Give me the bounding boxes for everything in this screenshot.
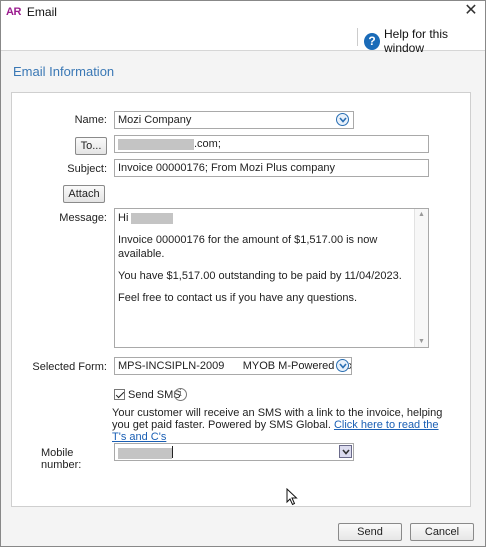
mobile-number-dropdown[interactable] [114, 443, 354, 461]
message-scrollbar[interactable]: ▲ ▼ [414, 209, 428, 347]
dropdown-chevron-icon[interactable] [339, 445, 352, 458]
redacted-email [118, 138, 194, 150]
subject-field[interactable]: Invoice 00000176; From Mozi Plus company [114, 159, 429, 177]
sms-note: Your customer will receive an SMS with a… [112, 407, 452, 443]
send-sms-checkbox[interactable] [114, 389, 125, 400]
title-bar: AR Email ✕ [1, 1, 485, 23]
scroll-up-icon[interactable]: ▲ [418, 211, 425, 218]
selected-form-dropdown[interactable]: MPS-INCSIPLN-2009 MYOB M-Powered Tax Inc… [114, 357, 352, 375]
help-icon: ? [364, 32, 380, 50]
help-label: Help for this window [383, 27, 449, 55]
mouse-pointer-icon [286, 488, 298, 506]
send-sms-label: Send SMS [128, 389, 181, 401]
message-line: Feel free to contact us if you have any … [118, 292, 358, 304]
name-value: Mozi Company [118, 114, 192, 126]
close-icon[interactable]: ✕ [463, 3, 479, 19]
help-bar: ? Help for this window [1, 23, 485, 55]
name-dropdown[interactable]: Mozi Company [114, 111, 354, 129]
message-body: Hi Invoice 00000176 for the amount of $1… [118, 211, 413, 313]
to-button[interactable]: To... [75, 137, 107, 155]
help-button[interactable]: ? Help for this window [364, 27, 485, 55]
redacted-contact-name [131, 212, 174, 224]
redacted-mobile-number [118, 447, 172, 459]
message-label: Message: [59, 212, 107, 224]
message-textarea[interactable]: Hi Invoice 00000176 for the amount of $1… [114, 208, 429, 348]
text-caret [172, 446, 173, 459]
selected-form-label: Selected Form: [32, 361, 107, 373]
cancel-button[interactable]: Cancel [410, 523, 474, 541]
info-icon[interactable]: i [174, 388, 187, 401]
section-title: Email Information [13, 64, 115, 79]
mobile-number-label: Mobile number: [41, 447, 82, 471]
to-field[interactable]: .com; [114, 135, 429, 153]
message-line: Invoice 00000176 for the amount of $1,51… [118, 234, 378, 260]
dropdown-chevron-icon[interactable] [336, 113, 349, 126]
attach-button[interactable]: Attach [63, 185, 105, 203]
to-value-suffix: .com; [194, 138, 221, 150]
subject-value: Invoice 00000176; From Mozi Plus company [118, 162, 336, 174]
message-greeting: Hi [118, 212, 129, 224]
name-label: Name: [74, 114, 107, 126]
message-line: You have $1,517.00 outstanding to be pai… [118, 270, 402, 282]
selected-form-value: MPS-INCSIPLN-2009 MYOB M-Powered Tax Inc… [118, 360, 351, 372]
dropdown-chevron-icon[interactable] [336, 359, 349, 372]
subject-label: Subject: [67, 163, 107, 175]
window-title: Email [26, 5, 57, 19]
send-button[interactable]: Send [338, 523, 402, 541]
toolbar-divider [357, 28, 358, 46]
app-logo-icon: AR [6, 6, 21, 18]
email-dialog: AR Email ✕ ? Help for this window Email … [0, 0, 486, 547]
scroll-down-icon[interactable]: ▼ [418, 338, 425, 345]
